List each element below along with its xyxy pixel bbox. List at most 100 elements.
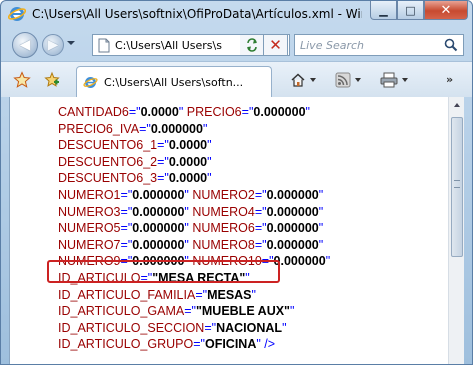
scrollbar-thumb[interactable] (451, 117, 463, 257)
search-button[interactable] (440, 36, 462, 54)
xml-attribute-value: NACIONAL (216, 320, 283, 335)
xml-attribute-name: NUMERO6 (192, 221, 255, 236)
xml-attribute-value: OFICINA (204, 337, 257, 352)
xml-markup: " (318, 204, 324, 219)
more-commands-chevron[interactable]: » (446, 73, 453, 86)
close-button[interactable]: ✕ (424, 1, 468, 20)
xml-markup: =" (128, 105, 141, 119)
xml-markup: " (202, 121, 208, 136)
recent-pages-dropdown[interactable] (67, 41, 75, 45)
ie-page-icon (83, 77, 98, 88)
add-to-favorites-icon[interactable] (43, 71, 61, 89)
xml-attribute-name: ID_ARTICULO_GRUPO (58, 337, 194, 352)
xml-markup: =" (157, 138, 169, 153)
xml-markup: =" (254, 221, 267, 236)
xml-markup: =" (120, 237, 133, 252)
title-bar[interactable]: C:\Users\All Users\softnix\OfiProData\Ar… (1, 1, 472, 29)
rss-feed-icon (335, 72, 351, 88)
xml-line: ID_ARTICULO_SECCION="NACIONAL" (58, 320, 330, 337)
highlight-box-id-articulo (47, 260, 280, 283)
xml-attribute-name: ID_ARTICULO_GAMA (58, 304, 185, 319)
xml-attribute-name: NUMERO1 (58, 187, 121, 202)
xml-attribute-value: 0.0000 (168, 138, 208, 153)
xml-line: NUMERO3="0.000000" NUMERO4="0.000000" (58, 204, 330, 221)
navigation-bar: ◀ ▶ C:\Users\All Users\s ✕ Live Search (1, 29, 472, 61)
xml-attribute-name: ID_ARTICULO_SECCION (58, 320, 205, 335)
feeds-button[interactable] (335, 71, 361, 89)
xml-line: CANTIDAD6="0.0000" PRECIO6="0.000000" (58, 104, 330, 121)
xml-markup: " /> (256, 337, 276, 352)
xml-markup: =" (241, 105, 254, 119)
print-dropdown-icon[interactable] (402, 78, 408, 82)
feeds-dropdown-icon[interactable] (355, 78, 361, 82)
xml-attribute-value: 0.000000 (132, 187, 185, 202)
xml-line: NUMERO1="0.000000" NUMERO2="0.000000" (58, 187, 330, 204)
xml-line: DESCUENTO6_1="0.0000" (58, 137, 330, 154)
xml-attribute-value: 0.000000 (266, 237, 319, 252)
caption-buttons: ▁ □ ✕ (370, 1, 468, 21)
xml-markup: =" (157, 171, 169, 186)
home-button[interactable] (290, 71, 316, 89)
xml-attribute-name: DESCUENTO6_2 (58, 154, 158, 169)
xml-markup: =" (120, 221, 133, 236)
xml-markup: =" (120, 187, 133, 202)
xml-attribute-value: 0.000000 (266, 204, 319, 219)
xml-attribute-value: 0.000000 (150, 121, 203, 136)
xml-attribute-name: PRECIO6 (186, 105, 242, 119)
favorites-star-icon[interactable] (13, 71, 31, 89)
xml-attribute-name: DESCUENTO6_3 (58, 171, 158, 186)
xml-markup: =" (157, 154, 169, 169)
vertical-scrollbar[interactable] (448, 97, 464, 364)
xml-markup: =" (254, 187, 267, 202)
forward-arrow-icon: ▶ (47, 37, 59, 53)
xml-lines: CANTIDAD6="0.0000" PRECIO6="0.000000" PRE… (58, 104, 330, 353)
xml-line: ID_ARTICULO_GAMA=""MUEBLE AUX"" (58, 303, 330, 320)
xml-attribute-name: DESCUENTO6_1 (58, 138, 158, 153)
search-box[interactable]: Live Search (294, 34, 464, 56)
xml-attribute-value: 0.0000 (140, 105, 179, 119)
maximize-button[interactable]: □ (397, 1, 424, 20)
refresh-button[interactable] (240, 34, 264, 56)
xml-markup: =" (184, 304, 196, 319)
minimize-button[interactable]: ▁ (370, 1, 397, 20)
xml-markup: " (251, 287, 256, 302)
forward-button[interactable]: ▶ (42, 34, 64, 56)
xml-line: NUMERO5="0.000000" NUMERO6="0.000000" (58, 220, 330, 237)
xml-markup: =" (204, 320, 217, 335)
xml-attribute-name: NUMERO5 (58, 221, 121, 236)
xml-attribute-value: 0.000000 (132, 221, 185, 236)
xml-attribute-name: NUMERO3 (58, 204, 121, 219)
xml-attribute-value: 0.000000 (253, 105, 306, 119)
tab-bar: C:\Users\All Users\softn... » (1, 61, 472, 98)
browser-window: C:\Users\All Users\softnix\OfiProData\Ar… (0, 0, 473, 365)
printer-icon (380, 72, 398, 88)
tab-label: C:\Users\All Users\softn... (104, 76, 244, 89)
xml-attribute-name: NUMERO2 (192, 187, 255, 202)
xml-markup: " (282, 320, 287, 335)
home-icon (291, 73, 305, 87)
tab-articulos-xml[interactable]: C:\Users\All Users\softn... (76, 66, 272, 98)
xml-line: DESCUENTO6_2="0.0000" (58, 154, 330, 171)
xml-attribute-value: 0.000000 (266, 221, 319, 236)
xml-attribute-value: 0.000000 (273, 254, 326, 269)
xml-line: DESCUENTO6_3="0.0000" (58, 170, 330, 187)
xml-markup: =" (120, 204, 133, 219)
search-icon (444, 38, 458, 52)
xml-attribute-value: 0.000000 (132, 204, 185, 219)
xml-markup: " (325, 254, 331, 269)
xml-attribute-name: ID_ARTICULO_FAMILIA (58, 287, 196, 302)
xml-attribute-name: PRECIO6_IVA (58, 121, 140, 136)
stop-button[interactable]: ✕ (264, 34, 288, 56)
home-dropdown-icon[interactable] (310, 78, 316, 82)
xml-markup: =" (193, 337, 205, 352)
xml-markup: " (305, 105, 310, 119)
scroll-up-arrow-icon (453, 103, 460, 107)
xml-attribute-value: MESAS (207, 287, 252, 302)
xml-markup: " (289, 304, 295, 319)
scroll-up-button[interactable] (449, 97, 464, 113)
print-button[interactable] (380, 71, 408, 89)
back-button[interactable]: ◀ (12, 32, 38, 58)
xml-document-view[interactable]: CANTIDAD6="0.0000" PRECIO6="0.000000" PRE… (9, 97, 464, 364)
page-icon (98, 38, 110, 53)
xml-markup: " (178, 105, 187, 119)
